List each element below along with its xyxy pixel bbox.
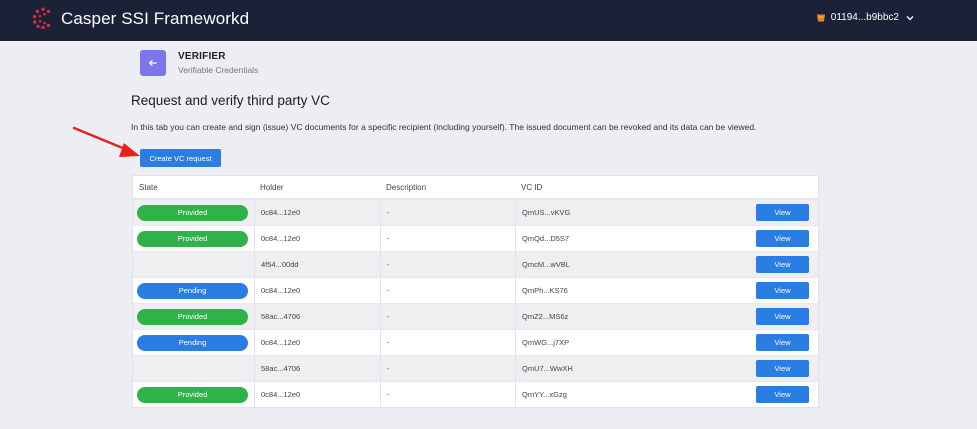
vc-id-cell: QmcM...wVBL — [515, 252, 756, 277]
status-badge: Pending — [137, 282, 248, 299]
holder-cell: 0c84...12e0 — [254, 278, 380, 303]
view-button[interactable]: View — [756, 204, 809, 221]
back-button[interactable] — [140, 50, 166, 76]
table-body: Provided 0c84...12e0- QmUS...vKVG View Provi… — [133, 199, 818, 407]
view-button[interactable]: View — [756, 230, 809, 247]
state-cell: Provided — [133, 200, 254, 225]
arrow-left-icon — [148, 59, 157, 67]
role-title: VERIFIER — [178, 51, 226, 62]
action-cell: View — [756, 304, 818, 329]
table-row: Provided 0c84...12e0- QmQd...D5S7 View — [133, 225, 818, 251]
holder-cell: 0c84...12e0 — [254, 382, 380, 407]
wallet-icon — [816, 14, 825, 21]
column-header-action — [756, 176, 818, 198]
page-title: Request and verify third party VC — [131, 93, 330, 108]
description-cell: - — [380, 226, 515, 251]
table-row: Pending 0c84...12e0- QmPh...KS76 View — [133, 277, 818, 303]
holder-cell: 4f54...00dd — [254, 252, 380, 277]
state-cell — [133, 252, 254, 277]
holder-cell: 0c84...12e0 — [254, 330, 380, 355]
description-cell: - — [380, 278, 515, 303]
casper-logo-icon — [32, 7, 51, 29]
vc-id-cell: QmZ2...MS6z — [515, 304, 756, 329]
table-row: Pending 0c84...12e0- QmWG...j7XP View — [133, 329, 818, 355]
holder-cell: 0c84...12e0 — [254, 226, 380, 251]
status-badge: Provided — [137, 386, 248, 403]
vc-id-cell: QmWG...j7XP — [515, 330, 756, 355]
state-cell: Provided — [133, 304, 254, 329]
status-badge: Pending — [137, 334, 248, 351]
state-cell: Pending — [133, 278, 254, 303]
action-cell: View — [756, 382, 818, 407]
state-cell: Pending — [133, 330, 254, 355]
state-cell: Provided — [133, 226, 254, 251]
view-button[interactable]: View — [756, 386, 809, 403]
view-button[interactable]: View — [756, 256, 809, 273]
account-address: 01194...b9bbc2 — [830, 12, 899, 23]
description-cell: - — [380, 356, 515, 381]
action-cell: View — [756, 330, 818, 355]
status-badge: Provided — [137, 308, 248, 325]
description-cell: - — [380, 330, 515, 355]
column-header-state: State — [139, 182, 158, 192]
table-row: 4f54...00dd - QmcM...wVBL View — [133, 251, 818, 277]
vc-id-cell: QmYY...xGzg — [515, 382, 756, 407]
table-row: Provided 0c84...12e0- QmYY...xGzg View — [133, 381, 818, 407]
action-cell: View — [756, 252, 818, 277]
status-badge: Provided — [137, 204, 248, 221]
description-cell: - — [380, 200, 515, 225]
table-header: State Holder Description VC ID — [133, 176, 818, 199]
vc-id-cell: QmU7...WwXH — [515, 356, 756, 381]
action-cell: View — [756, 226, 818, 251]
vc-id-cell: QmPh...KS76 — [515, 278, 756, 303]
view-button[interactable]: View — [756, 308, 809, 325]
holder-cell: 58ac...4706 — [254, 304, 380, 329]
vc-table: State Holder Description VC ID Provided 0… — [132, 175, 819, 408]
status-badge — [137, 257, 248, 273]
app-title: Casper SSI Frameworkd — [61, 9, 250, 28]
table-row: Provided 0c84...12e0- QmUS...vKVG View — [133, 199, 818, 225]
status-badge — [137, 361, 248, 377]
holder-cell: 0c84...12e0 — [254, 200, 380, 225]
role-subtitle: Verifiable Credentials — [178, 65, 259, 75]
create-vc-request-button[interactable]: Create VC request — [140, 149, 221, 167]
view-button[interactable]: View — [756, 360, 809, 377]
table-row: 58ac...4706- QmU7...WwXH View — [133, 355, 818, 381]
state-cell: Provided — [133, 382, 254, 407]
holder-cell: 58ac...4706 — [254, 356, 380, 381]
action-cell: View — [756, 356, 818, 381]
description-cell: - — [380, 382, 515, 407]
table-row: Provided 58ac...4706- QmZ2...MS6z View — [133, 303, 818, 329]
description-cell: - — [380, 304, 515, 329]
vc-id-cell: QmQd...D5S7 — [515, 226, 756, 251]
chevron-down-icon — [906, 15, 914, 20]
view-button[interactable]: View — [756, 334, 809, 351]
view-button[interactable]: View — [756, 282, 809, 299]
vc-id-cell: QmUS...vKVG — [515, 200, 756, 225]
action-cell: View — [756, 278, 818, 303]
column-header-description: Description — [386, 182, 427, 192]
column-header-holder: Holder — [260, 182, 284, 192]
column-header-vc-id: VC ID — [521, 182, 543, 192]
description-cell: - — [380, 252, 515, 277]
action-cell: View — [756, 200, 818, 225]
page-description: In this tab you can create and sign (iss… — [131, 122, 757, 132]
account-menu[interactable]: 01194...b9bbc2 — [816, 12, 915, 23]
top-navbar: Casper SSI Frameworkd 01194...b9bbc2 — [0, 0, 977, 41]
state-cell — [133, 356, 254, 381]
status-badge: Provided — [137, 230, 248, 247]
